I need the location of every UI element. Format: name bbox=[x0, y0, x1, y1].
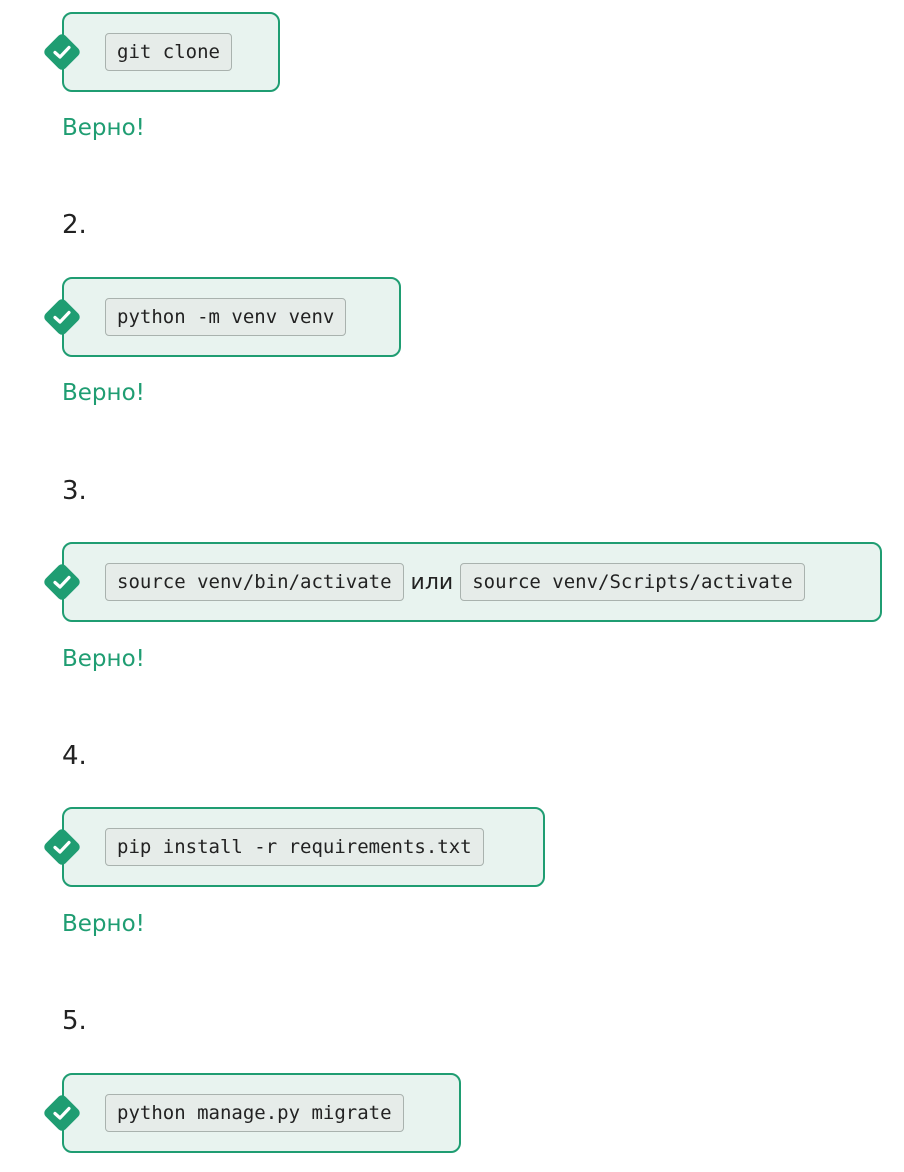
command-chip: source venv/Scripts/activate bbox=[460, 563, 805, 601]
feedback-correct-step-3: Верно! bbox=[62, 646, 145, 672]
answer-box-step-5: python manage.py migrate bbox=[44, 1073, 461, 1153]
command-chip: python manage.py migrate bbox=[105, 1094, 404, 1132]
command-chip: source venv/bin/activate bbox=[105, 563, 404, 601]
command-chip: git clone bbox=[105, 33, 232, 71]
step-number-3: 3. bbox=[62, 476, 87, 506]
step-number-2: 2. bbox=[62, 210, 87, 240]
step-number-5: 5. bbox=[62, 1006, 87, 1036]
step-number-4: 4. bbox=[62, 741, 87, 771]
answer-box-step-3: source venv/bin/activate или source venv… bbox=[44, 542, 882, 622]
checkmark-diamond-icon bbox=[44, 564, 80, 600]
command-chip: python -m venv venv bbox=[105, 298, 347, 336]
feedback-correct-step-4: Верно! bbox=[62, 911, 145, 937]
checkmark-diamond-icon bbox=[44, 1095, 80, 1131]
answer-box-step-2: python -m venv venv bbox=[44, 277, 401, 357]
feedback-correct-step-2: Верно! bbox=[62, 380, 145, 406]
feedback-correct-step-1: Верно! bbox=[62, 115, 145, 141]
checkmark-diamond-icon bbox=[44, 34, 80, 70]
answer-box-step-1: git clone bbox=[44, 12, 280, 92]
command-chip: pip install -r requirements.txt bbox=[105, 828, 484, 866]
answer-box-step-4: pip install -r requirements.txt bbox=[44, 807, 545, 887]
connector-or-text: или bbox=[410, 569, 454, 595]
checkmark-diamond-icon bbox=[44, 829, 80, 865]
checkmark-diamond-icon bbox=[44, 299, 80, 335]
